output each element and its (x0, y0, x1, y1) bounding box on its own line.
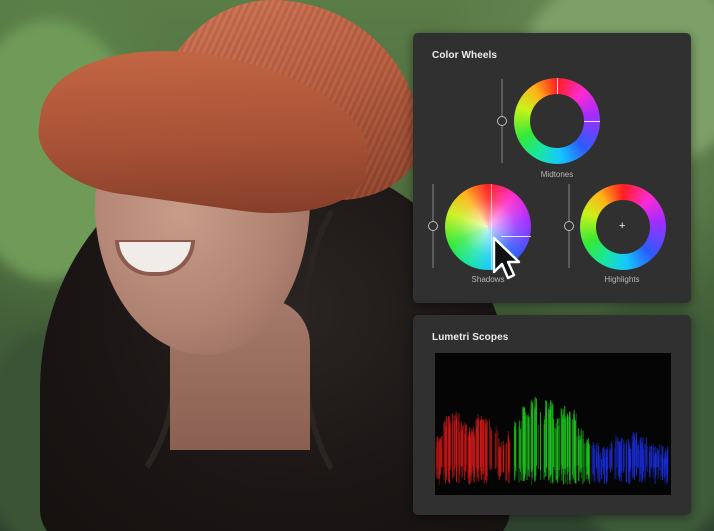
parade-channel (513, 396, 590, 485)
wheel-tick (584, 121, 600, 122)
highlights-color-wheel[interactable]: + (580, 184, 666, 270)
shadows-slider-knob[interactable] (428, 221, 438, 231)
wheel-tick (557, 78, 558, 94)
rgb-parade-waveform (435, 396, 669, 485)
panel-title: Color Wheels (432, 50, 498, 61)
midtones-label: Midtones (540, 170, 574, 179)
highlights-slider-knob[interactable] (564, 221, 574, 231)
rgb-parade-scope (435, 353, 671, 495)
lumetri-scopes-panel: Lumetri Scopes (413, 315, 691, 515)
parade-channel (435, 411, 511, 485)
plus-icon: + (619, 220, 626, 232)
arrow-pointer-icon (492, 236, 521, 280)
color-wheels-panel: Color Wheels Midtones Shadows + Highligh… (413, 33, 691, 303)
midtones-slider-knob[interactable] (497, 116, 507, 126)
midtones-color-wheel[interactable] (514, 78, 600, 164)
panel-title: Lumetri Scopes (432, 332, 509, 343)
parade-channel (591, 432, 669, 485)
highlights-label: Highlights (604, 275, 640, 284)
